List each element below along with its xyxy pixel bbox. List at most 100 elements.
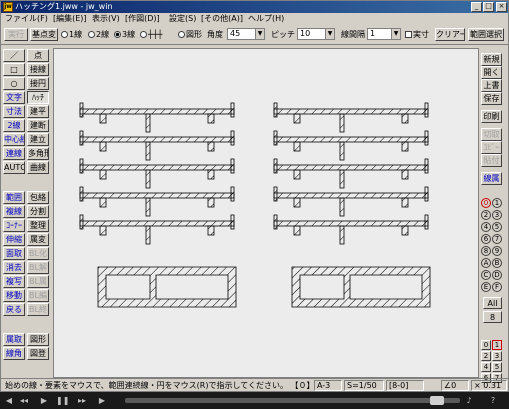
tool-button-20-0[interactable]: 属取 xyxy=(3,333,25,346)
layer-button-0[interactable]: 0 xyxy=(481,340,491,350)
zoom-status-button[interactable]: × 0.31 xyxy=(471,380,507,391)
layer-button-2[interactable]: 2 xyxy=(481,351,491,361)
tool-button-6-0[interactable]: 中心線 xyxy=(3,133,25,146)
radio-figure[interactable]: 図形 xyxy=(178,30,202,40)
tool-button-16-0[interactable]: 複写 xyxy=(3,275,25,288)
right-tool-button-3[interactable]: 保存 xyxy=(481,92,502,105)
tool-button-11-1[interactable]: 分割 xyxy=(27,205,49,218)
tool-button-1-0[interactable]: □ xyxy=(3,63,25,76)
menu-draw[interactable]: [作図(D)] xyxy=(125,14,160,23)
layer-group-button-11[interactable]: B xyxy=(492,258,502,268)
radio-line-style[interactable]: ┼┼┼ xyxy=(140,30,162,40)
tool-button-3-0[interactable]: 文字 xyxy=(3,91,25,104)
tool-button-17-0[interactable]: 移動 xyxy=(3,289,25,302)
minimize-button[interactable]: _ xyxy=(471,2,482,12)
tool-button-12-1[interactable]: 整理 xyxy=(27,219,49,232)
tool-button-11-0[interactable]: 複線 xyxy=(3,205,25,218)
radio-2line-circle[interactable] xyxy=(88,31,95,38)
radio-2line[interactable]: 2線 xyxy=(88,30,109,40)
tool-button-0-0[interactable]: ／ xyxy=(3,49,25,62)
scale-button[interactable]: S=1/50 xyxy=(344,380,384,391)
line-spacing-dropdown-icon[interactable]: ▼ xyxy=(391,29,400,39)
layer-button-3[interactable]: 3 xyxy=(492,351,502,361)
layer-all-button[interactable]: All xyxy=(483,297,502,309)
seek-bar[interactable] xyxy=(125,398,460,403)
tool-button-8-0[interactable]: AUTO xyxy=(3,161,25,174)
music-icon[interactable]: ♪ xyxy=(463,395,475,406)
menu-other[interactable]: [その他(A)] xyxy=(201,14,243,23)
tool-button-10-0[interactable]: 範囲 xyxy=(3,191,25,204)
right-tool-button-5[interactable]: 切取 xyxy=(481,128,502,141)
layer-group-button-2[interactable]: 2 xyxy=(481,210,491,220)
layer-group-button-4[interactable]: 4 xyxy=(481,222,491,232)
radio-1line-circle[interactable] xyxy=(61,31,68,38)
layer-group-button-5[interactable]: 5 xyxy=(492,222,502,232)
tool-button-15-1[interactable]: BL解 xyxy=(27,261,49,274)
menu-view[interactable]: 表示(V) xyxy=(92,14,120,23)
layer-button-1[interactable]: 1 xyxy=(492,340,502,350)
actual-size-check-icon[interactable] xyxy=(405,31,412,38)
right-tool-button-1[interactable]: 開く xyxy=(481,66,502,79)
pitch-combo[interactable]: 10 ▼ xyxy=(297,28,335,40)
play-icon[interactable]: ▶ xyxy=(38,395,50,406)
layer-group-button-1[interactable]: 1 xyxy=(492,198,502,208)
right-tool-button-4[interactable]: 印刷 xyxy=(481,110,502,123)
radio-line-style-circle[interactable] xyxy=(140,31,147,38)
layer-group-button-9[interactable]: 9 xyxy=(492,246,502,256)
tool-button-12-0[interactable]: ｺｰﾅｰ xyxy=(3,219,25,232)
tool-button-2-0[interactable]: ○ xyxy=(3,77,25,90)
tool-button-16-1[interactable]: BL属 xyxy=(27,275,49,288)
menu-settings[interactable]: 設定(S) xyxy=(169,14,196,23)
radio-3line[interactable]: 3線 xyxy=(114,30,135,40)
range-select-button[interactable]: 範囲選択 xyxy=(468,28,504,41)
tool-button-21-1[interactable]: 図登 xyxy=(27,347,49,360)
layer-group-button-14[interactable]: E xyxy=(481,282,491,292)
tool-button-5-1[interactable]: 建断 xyxy=(27,119,49,132)
tool-button-8-1[interactable]: 曲線 xyxy=(27,161,49,174)
layer-group-button-0[interactable]: 0 xyxy=(481,198,491,208)
layer-group-button-15[interactable]: F xyxy=(492,282,502,292)
radio-1line[interactable]: 1線 xyxy=(61,30,82,40)
layer-status-button[interactable]: [8-0] xyxy=(386,380,424,391)
help-icon[interactable]: ? xyxy=(487,395,499,406)
tool-button-3-1[interactable]: ﾊｯﾁ xyxy=(27,91,49,104)
layer-group-button-12[interactable]: C xyxy=(481,270,491,280)
right-tool-button-2[interactable]: 上書 xyxy=(481,79,502,92)
actual-size-checkbox[interactable]: 実寸 xyxy=(405,30,429,40)
menu-edit[interactable]: [編集(E)] xyxy=(53,14,87,23)
layer-button-4[interactable]: 4 xyxy=(481,362,491,372)
right-tool-button-0[interactable]: 新規 xyxy=(481,53,502,66)
tool-button-7-0[interactable]: 連線 xyxy=(3,147,25,160)
pause-icon[interactable]: ❚❚ xyxy=(56,395,69,406)
tool-button-20-1[interactable]: 図形 xyxy=(27,333,49,346)
basis-change-button[interactable]: 基点変 xyxy=(30,28,58,41)
drawing-canvas[interactable] xyxy=(53,48,479,378)
execute-button[interactable]: 実行 xyxy=(4,28,28,41)
layer-group-button-3[interactable]: 3 xyxy=(492,210,502,220)
layer-group-button-6[interactable]: 6 xyxy=(481,234,491,244)
next-icon[interactable]: ▸▸ xyxy=(76,395,88,406)
angle-dropdown-icon[interactable]: ▼ xyxy=(255,29,264,39)
tool-button-17-1[interactable]: BL編 xyxy=(27,289,49,302)
clear-button[interactable]: クリアー xyxy=(435,28,465,41)
seek-thumb[interactable] xyxy=(430,396,444,405)
tool-button-13-1[interactable]: 属変 xyxy=(27,233,49,246)
title-bar[interactable]: jw ハッチング1.jww - jw_win _ □ × xyxy=(1,1,508,13)
tool-button-1-1[interactable]: 接線 xyxy=(27,63,49,76)
tool-button-0-1[interactable]: 点 xyxy=(27,49,49,62)
tool-button-15-0[interactable]: 消去 xyxy=(3,261,25,274)
tool-button-4-0[interactable]: 寸法 xyxy=(3,105,25,118)
right-tool-button-7[interactable]: 貼付 xyxy=(481,154,502,167)
layer-group-button-10[interactable]: A xyxy=(481,258,491,268)
menu-file[interactable]: ファイル(F) xyxy=(5,14,48,23)
menu-help[interactable]: ヘルプ(H) xyxy=(248,14,284,23)
tool-button-6-1[interactable]: 建立 xyxy=(27,133,49,146)
end-icon[interactable]: ▶ xyxy=(96,395,108,406)
tool-button-5-0[interactable]: 2線 xyxy=(3,119,25,132)
layer-button-5[interactable]: 5 xyxy=(492,362,502,372)
layer-group-button-8[interactable]: 8 xyxy=(481,246,491,256)
rewind-icon[interactable]: ◀ xyxy=(3,395,15,406)
tool-button-2-1[interactable]: 接円 xyxy=(27,77,49,90)
paper-size-button[interactable]: A-3 xyxy=(314,380,342,391)
prev-icon[interactable]: ◂◂ xyxy=(18,395,30,406)
